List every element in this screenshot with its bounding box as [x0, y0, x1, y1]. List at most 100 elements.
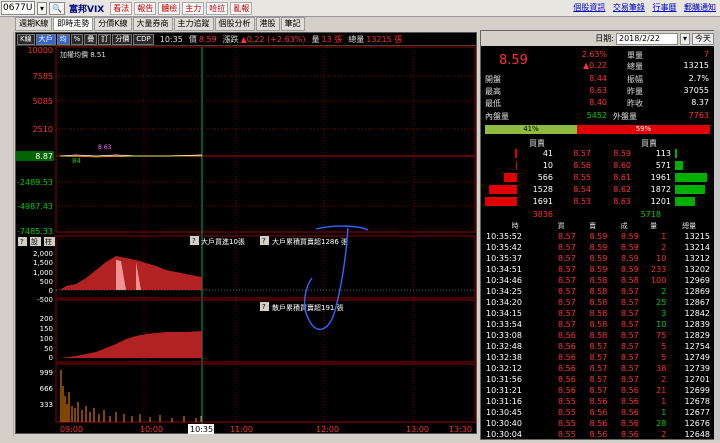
toolbar-btn-5[interactable]: 亂報 — [230, 1, 253, 15]
top-links: 個股資訊 交易筆錄 行事曆 郵購通知 — [568, 2, 716, 13]
tab-stock-analysis[interactable]: 個股分析 — [214, 17, 255, 31]
tick-cell: 8.59 — [621, 254, 639, 263]
tab-price-k[interactable]: 分價K線 — [94, 17, 132, 31]
tick-row: 10:31:21 8.56 8.57 8.56 21 12699 — [485, 385, 711, 396]
open-label: 開盤 — [485, 75, 501, 84]
mode-big[interactable]: 大戶 — [35, 33, 56, 45]
tick-cell: 8.57 — [621, 375, 639, 384]
symbol-dropdown-icon[interactable]: ▾ — [37, 1, 48, 15]
link-trade-log[interactable]: 交易筆錄 — [613, 3, 645, 12]
tick-cell: 8.58 — [589, 298, 608, 307]
high-value: 8.63 — [589, 86, 607, 95]
chart-time: 10:35 — [159, 34, 183, 44]
symbol-input[interactable]: 0677U — [1, 1, 35, 15]
toolbar-btn-1[interactable]: 報告 — [134, 1, 157, 15]
left-sidebar — [0, 32, 14, 436]
tick-cell: 8.57 — [621, 331, 639, 340]
chart-svg: 10000 7585 5085 2510 8.87 -2489.53 -4987… — [16, 46, 476, 434]
ytick-0: 10000 — [28, 46, 53, 55]
ytick-6: -4987.43 — [17, 202, 53, 211]
tab-bar: 週期K線 即時走勢 分價K線 大量券商 主力追蹤 個股分析 港股 筆記 — [15, 17, 306, 31]
tick-cell: 10 — [656, 254, 667, 263]
tick-cell: 8.58 — [589, 309, 608, 318]
tick-row: 10:34:20 8.57 8.58 8.57 25 12867 — [485, 297, 711, 308]
tab-hk[interactable]: 港股 — [255, 17, 280, 31]
tick-cell: 8.57 — [621, 287, 639, 296]
tick-cell: 8.56 — [558, 342, 576, 351]
tick-cell: 2 — [661, 287, 667, 296]
ytick-7: -7485.33 — [17, 227, 53, 236]
tick-cell: 8.57 — [558, 254, 576, 263]
tick-cell: 5 — [661, 353, 667, 362]
tick-cell: 8.56 — [589, 408, 608, 417]
scrollbar[interactable] — [714, 30, 720, 440]
tick-cell: 8.56 — [621, 386, 639, 395]
change-value: ▲0.22 (+2.63%) — [240, 34, 306, 44]
change-label: 漲跌 — [222, 34, 239, 44]
search-icon[interactable]: 🔍 — [49, 1, 65, 15]
tick-cell: 10 — [656, 320, 667, 329]
mode-k[interactable]: K線 — [17, 33, 35, 45]
date-input[interactable]: 2018/2/22 — [615, 32, 678, 45]
ask-total: 5718 — [640, 210, 661, 219]
mode-overlay[interactable]: 疊 — [84, 33, 98, 45]
link-stock-info[interactable]: 個股資訊 — [573, 3, 605, 12]
tick-cell: 10:30:45 — [486, 408, 522, 417]
mode-avg[interactable]: 均 — [56, 33, 70, 45]
low-value: 8.40 — [589, 98, 607, 107]
stock-name: 富邦VIX — [68, 4, 105, 15]
tick-row: 10:31:16 8.55 8.56 8.56 1 12678 — [485, 396, 711, 407]
tick-cell: 8.56 — [621, 397, 639, 406]
tick-cell: 12829 — [684, 331, 710, 340]
tab-notes[interactable]: 筆記 — [280, 17, 305, 31]
tick-cell: 8.56 — [621, 430, 639, 439]
tick-cell: 13215 — [684, 232, 710, 241]
tick-cell: 10:30:40 — [486, 419, 522, 428]
tick-cell: 8.57 — [558, 309, 576, 318]
tab-realtime[interactable]: 即時走勢 — [53, 17, 94, 31]
tick-cell: 10:35:52 — [486, 232, 522, 241]
today-button[interactable]: 今天 — [692, 32, 714, 45]
flow2-label: 散戶累積買賣超191 張 — [272, 303, 344, 312]
tick-cell: 8.56 — [558, 375, 576, 384]
volume-bars — [60, 370, 202, 422]
tick-cell: 10:31:16 — [486, 397, 522, 406]
link-calendar[interactable]: 行事曆 — [652, 3, 676, 12]
tick-cell: 10:33:08 — [486, 331, 522, 340]
mode-cdp[interactable]: CDP — [133, 33, 154, 45]
tick-row: 10:35:52 8.57 8.59 8.59 1 13215 — [485, 231, 711, 242]
tick-cell: 8.57 — [558, 298, 576, 307]
tick-cell: 12842 — [684, 309, 710, 318]
link-notice[interactable]: 郵購通知 — [684, 3, 716, 12]
tab-main-force[interactable]: 主力追蹤 — [173, 17, 214, 31]
big-holder-area — [60, 256, 202, 290]
svg-text:設: 設 — [31, 237, 38, 246]
tick-cell: 12754 — [684, 342, 710, 351]
top-toolbar: 0677U ▾ 🔍 富邦VIX 看法 報告 體檢 主力 哈拉 亂報 個股資訊 交… — [0, 0, 720, 17]
toolbar-btn-2[interactable]: 體檢 — [158, 1, 181, 15]
last-price: 8.59 — [499, 53, 528, 68]
tick-cell: 75 — [656, 331, 667, 340]
date-dropdown-icon[interactable]: ▾ — [679, 32, 690, 45]
tick-cell: 8.57 — [558, 243, 576, 252]
tab-weekly-k[interactable]: 週期K線 — [15, 17, 53, 31]
toolbar-btn-4[interactable]: 哈拉 — [206, 1, 229, 15]
toolbar-btn-3[interactable]: 主力 — [182, 1, 205, 15]
mode-order[interactable]: 訂 — [98, 33, 112, 45]
tick-table[interactable]: 時 買 賣 成 量 總量 10:35:52 8.57 8.59 8.59 1 13215 1… — [485, 221, 711, 440]
tick-cell: 233 — [651, 265, 667, 274]
toolbar-btn-0[interactable]: 看法 — [110, 1, 133, 15]
tick-cell: 8.55 — [558, 419, 576, 428]
xtick-3: 11:00 — [230, 425, 253, 434]
vol-ytick-1: 666 — [40, 385, 54, 393]
price-panel-frame — [55, 46, 476, 233]
intraday-chart[interactable]: K線 大戶 均 % 疊 訂 分價 CDP 10:35 價 8.59 漲跌 ▲0.… — [15, 32, 477, 434]
tab-big-broker[interactable]: 大量券商 — [132, 17, 173, 31]
vol-ytick-0: 999 — [40, 369, 53, 377]
mode-price-dist[interactable]: 分價 — [112, 33, 133, 45]
th-ask: 賣 — [589, 222, 597, 230]
tick-cell: 2 — [661, 375, 667, 384]
ytick-5: -2489.53 — [17, 178, 53, 187]
mode-pct[interactable]: % — [70, 33, 84, 45]
tick-cell: 8.58 — [589, 287, 608, 296]
